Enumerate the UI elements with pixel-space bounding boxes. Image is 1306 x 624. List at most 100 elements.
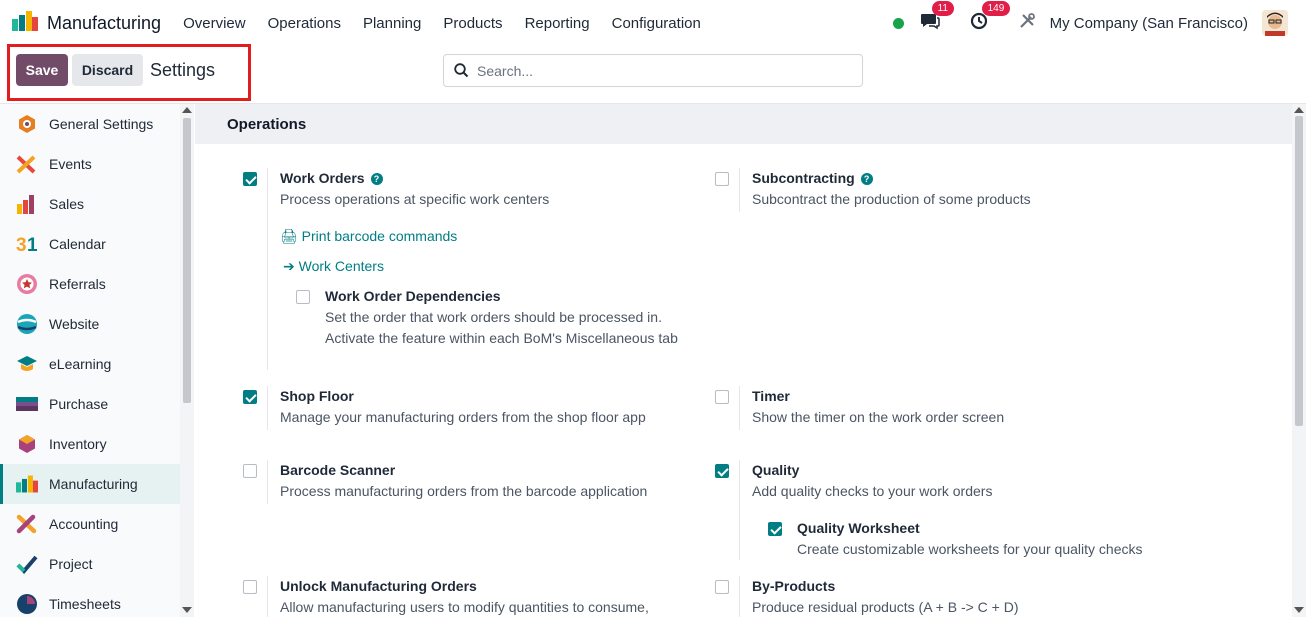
menu-operations[interactable]: Operations [268,15,341,32]
company-switcher[interactable]: My Company (San Francisco) [1050,15,1248,32]
timesheets-icon [16,593,38,615]
help-icon[interactable]: ? [370,173,383,185]
search-icon [454,63,469,78]
messages-badge: 11 [931,0,954,16]
divider [739,386,740,430]
menu-configuration[interactable]: Configuration [612,15,701,32]
quality-worksheet-title: Quality Worksheet [797,520,920,536]
debug-tools-button[interactable] [1018,12,1036,35]
help-icon[interactable]: ? [860,173,873,185]
sidebar-item-purchase[interactable]: Purchase [0,384,180,424]
scroll-up-icon[interactable] [182,107,192,113]
sidebar-item-accounting[interactable]: Accounting [0,504,180,544]
sales-icon [16,193,38,215]
sidebar-item-project[interactable]: Project [0,544,180,584]
quality-worksheet-desc: Create customizable worksheets for your … [797,541,1143,557]
sidebar-item-label: General Settings [49,116,154,132]
menu-reporting[interactable]: Reporting [525,15,590,32]
by-products-desc: Produce residual products (A + B -> C + … [752,599,1019,615]
sidebar-item-inventory[interactable]: Inventory [0,424,180,464]
section-title: Operations [195,104,1292,144]
work-orders-desc: Process operations at specific work cent… [280,191,550,207]
sidebar-item-label: Manufacturing [49,476,138,492]
messages-button[interactable]: 11 [920,0,954,35]
subcontracting-checkbox[interactable] [715,172,729,186]
barcode-scanner-title: Barcode Scanner [280,462,396,478]
subcontracting-title: Subcontracting? [752,170,873,186]
shop-floor-checkbox[interactable] [243,390,257,404]
quality-checkbox[interactable] [715,464,729,478]
page-title: Settings [150,60,216,80]
manufacturing-icon [12,10,38,36]
sidebar-item-referrals[interactable]: Referrals [0,264,180,304]
content-scrollbar[interactable] [1292,104,1306,617]
sidebar-scroll-thumb[interactable] [183,118,191,403]
calendar-icon: 31 [16,233,38,255]
settings-content: Operations Work Orders? Process operatio… [195,104,1292,617]
elearning-icon [16,353,38,375]
gear-hex-icon [16,113,38,135]
sidebar-item-events[interactable]: Events [0,144,180,184]
save-button[interactable]: Save [16,54,68,86]
menu-products[interactable]: Products [443,15,502,32]
online-status-icon [892,17,904,29]
sidebar-item-calendar[interactable]: 31 Calendar [0,224,180,264]
quality-worksheet-checkbox[interactable] [768,522,782,536]
referrals-icon [16,273,38,295]
sidebar-item-elearning[interactable]: eLearning [0,344,180,384]
arrow-right-icon: ➔ [283,258,295,274]
top-navbar: Manufacturing Overview Operations Planni… [0,0,1306,46]
timer-title: Timer [752,388,790,404]
timer-checkbox[interactable] [715,390,729,404]
wo-dependencies-checkbox[interactable] [296,290,310,304]
sidebar-scrollbar[interactable] [180,104,194,617]
purchase-icon [16,393,38,415]
events-icon [16,153,38,175]
barcode-scanner-checkbox[interactable] [243,464,257,478]
nav-right: 11 149 My Company (San Francisco) [892,0,1288,46]
svg-text:3: 3 [16,235,27,254]
menu-planning[interactable]: Planning [363,15,421,32]
quality-title: Quality [752,462,800,478]
quality-desc: Add quality checks to your work orders [752,483,993,499]
project-icon [16,553,38,575]
scroll-up-icon[interactable] [1294,107,1304,113]
divider [267,460,268,504]
divider [267,168,268,370]
by-products-title: By-Products [752,578,836,594]
sidebar-item-label: Purchase [49,396,109,412]
sidebar-item-label: Project [49,556,93,572]
by-products-checkbox[interactable] [715,580,729,594]
unlock-mo-desc: Allow manufacturing users to modify quan… [280,599,649,615]
sidebar-item-label: Sales [49,196,85,212]
timer-desc: Show the timer on the work order screen [752,409,1005,425]
search-bar[interactable] [443,54,863,87]
app-brand[interactable]: Manufacturing [12,10,162,36]
work-orders-checkbox[interactable] [243,172,257,186]
sidebar-item-general-settings[interactable]: General Settings [0,104,180,144]
wo-dependencies-desc: Set the order that work orders should be… [325,309,678,346]
svg-text:1: 1 [27,235,38,254]
divider [267,576,268,617]
search-input[interactable] [477,62,837,79]
sidebar-item-timesheets[interactable]: Timesheets [0,584,180,624]
sidebar-item-sales[interactable]: Sales [0,184,180,224]
work-centers-link[interactable]: ➔ Work Centers [283,258,384,275]
sidebar-item-label: Accounting [49,516,119,532]
sidebar-item-website[interactable]: Website [0,304,180,344]
activities-button[interactable]: 149 [970,0,1011,35]
sidebar-item-label: Referrals [49,276,106,292]
scroll-down-icon[interactable] [182,607,192,613]
user-avatar[interactable] [1262,10,1288,36]
sidebar-item-label: Events [49,156,92,172]
content-scroll-thumb[interactable] [1295,116,1303,426]
menu-overview[interactable]: Overview [183,15,246,32]
discard-button[interactable]: Discard [72,54,143,86]
sidebar-item-manufacturing[interactable]: Manufacturing [0,464,180,504]
print-barcode-link[interactable]: 🖨 Print barcode commands [280,228,457,245]
shop-floor-desc: Manage your manufacturing orders from th… [280,409,646,425]
unlock-mo-checkbox[interactable] [243,580,257,594]
app-name: Manufacturing [47,12,162,33]
settings-sidebar: General Settings Events Sales 31 Calenda… [0,104,180,617]
scroll-down-icon[interactable] [1294,607,1304,613]
